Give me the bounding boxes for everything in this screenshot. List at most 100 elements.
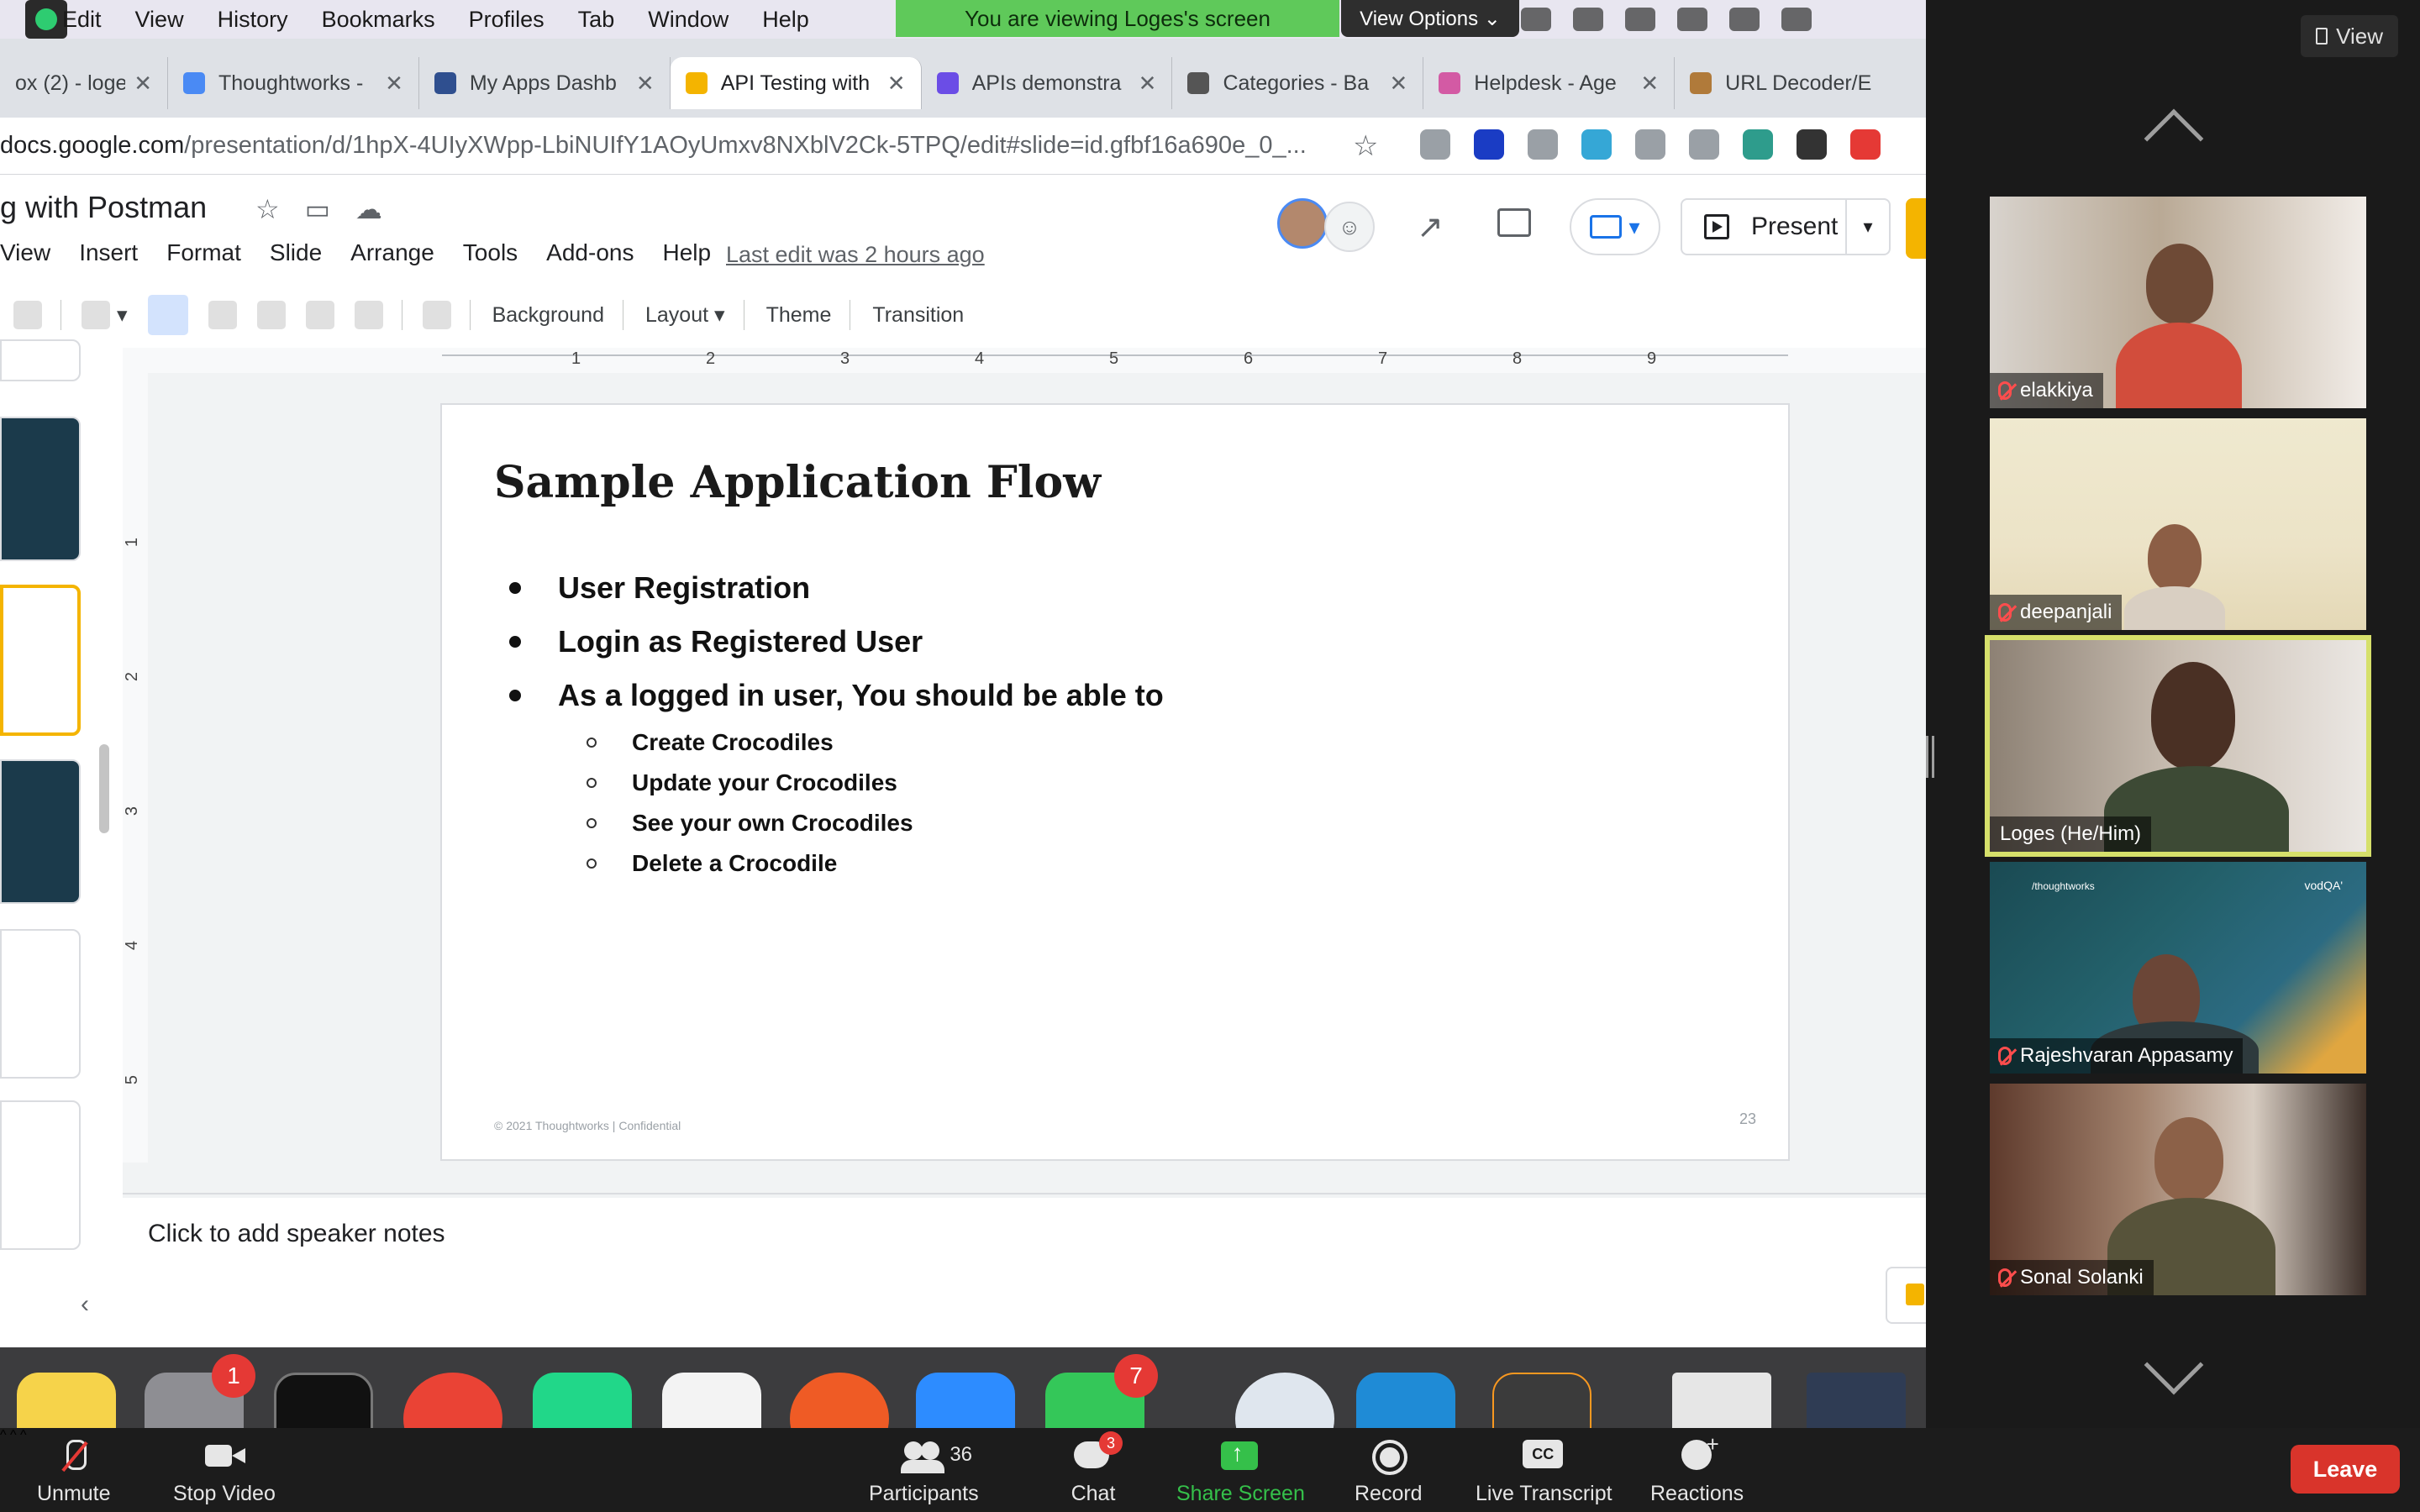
activity-trend-icon[interactable]: ↗: [1417, 208, 1444, 246]
gallery-resize-handle[interactable]: [1926, 736, 1934, 778]
slides-menu-addons[interactable]: Add-ons: [546, 239, 634, 266]
present-to-meeting-button[interactable]: ▾: [1570, 198, 1660, 255]
textedit-icon[interactable]: [662, 1373, 761, 1428]
extension-icon[interactable]: [1420, 129, 1450, 160]
reactions-button[interactable]: Reactions: [1650, 1431, 1744, 1506]
slide-bullet-list[interactable]: User Registration Login as Registered Us…: [509, 561, 1164, 884]
extension-icon[interactable]: [1850, 129, 1881, 160]
comment-icon[interactable]: [1497, 208, 1531, 237]
url-text[interactable]: docs.google.com/presentation/d/1hpX-4UIy…: [0, 132, 1307, 160]
menu-history[interactable]: History: [218, 7, 288, 33]
terminal-icon[interactable]: [274, 1373, 373, 1428]
paint-format-icon[interactable]: [13, 301, 42, 329]
video-options-chevron-icon[interactable]: ^: [10, 1428, 17, 1442]
background-button[interactable]: Background: [492, 303, 604, 328]
shape-icon[interactable]: [305, 301, 334, 329]
browser-tab[interactable]: Thoughtworks - ✕: [168, 57, 419, 109]
postman-icon[interactable]: [790, 1373, 889, 1428]
1password-icon[interactable]: [1235, 1373, 1334, 1428]
browser-tab[interactable]: My Apps Dashb ✕: [419, 57, 671, 109]
preview-window-icon[interactable]: [1807, 1373, 1906, 1428]
presentation-title[interactable]: g with Postman: [0, 190, 207, 225]
collapse-filmstrip-icon[interactable]: ‹: [81, 1290, 89, 1319]
extension-icon[interactable]: [1689, 129, 1719, 160]
slides-menu-arrange[interactable]: Arrange: [350, 239, 434, 266]
move-folder-icon[interactable]: ▭: [305, 193, 330, 225]
image-icon[interactable]: [256, 301, 286, 329]
slides-menu-view[interactable]: View: [0, 239, 50, 266]
record-button[interactable]: Record: [1355, 1438, 1423, 1506]
participant-video-tile-active-speaker[interactable]: Loges (He/Him): [1985, 635, 2371, 857]
notes-resize-handle[interactable]: [123, 1193, 1926, 1200]
sublime-icon[interactable]: [1492, 1373, 1591, 1428]
bookmark-star-icon[interactable]: ☆: [1353, 129, 1378, 163]
battery-icon[interactable]: [1573, 8, 1603, 31]
close-icon[interactable]: ✕: [1390, 71, 1408, 97]
address-bar[interactable]: docs.google.com/presentation/d/1hpX-4UIy…: [0, 118, 1926, 175]
gallery-down-arrow-icon[interactable]: [2144, 1335, 2204, 1395]
scrivener-icon[interactable]: [1521, 8, 1551, 31]
layout-button[interactable]: Layout ▾: [645, 302, 725, 328]
close-icon[interactable]: ✕: [1139, 71, 1157, 97]
slides-menu-slide[interactable]: Slide: [270, 239, 322, 266]
participants-button[interactable]: 36 Participants: [869, 1438, 979, 1506]
slides-menu-tools[interactable]: Tools: [463, 239, 518, 266]
slides-menu-help[interactable]: Help: [662, 239, 711, 266]
siri-icon[interactable]: [1781, 8, 1812, 31]
close-icon[interactable]: ✕: [887, 71, 906, 97]
present-dropdown-icon[interactable]: ▾: [1845, 200, 1889, 254]
chrome-icon[interactable]: [403, 1373, 502, 1428]
menu-window[interactable]: Window: [648, 7, 729, 33]
live-transcript-button[interactable]: Live Transcript: [1476, 1438, 1612, 1506]
menu-bookmarks[interactable]: Bookmarks: [322, 7, 435, 33]
browser-tab[interactable]: Helpdesk - Age ✕: [1423, 57, 1676, 109]
side-panel-toggle[interactable]: [1886, 1267, 1926, 1324]
collaborator-avatar[interactable]: [1277, 198, 1328, 249]
extension-icon[interactable]: [1797, 129, 1827, 160]
close-icon[interactable]: ✕: [134, 71, 152, 97]
wifi-icon[interactable]: [1625, 8, 1655, 31]
extension-icon[interactable]: [1635, 129, 1665, 160]
slide-thumbnail[interactable]: [0, 1100, 81, 1250]
chevron-down-icon[interactable]: ▾: [117, 302, 128, 328]
participant-video-tile[interactable]: /thoughtworks vodQA' Rajeshvaran Appasam…: [1990, 862, 2366, 1074]
share-button-edge[interactable]: [1906, 198, 1926, 259]
speaker-notes[interactable]: Click to add speaker notes: [148, 1220, 445, 1248]
pycharm-icon[interactable]: [533, 1373, 632, 1428]
menu-help[interactable]: Help: [762, 7, 809, 33]
menu-edit[interactable]: Edit: [62, 7, 102, 33]
preview-window-icon[interactable]: [1672, 1373, 1771, 1428]
zoom-icon[interactable]: [916, 1373, 1015, 1428]
add-comment-icon[interactable]: [422, 301, 451, 329]
share-screen-button[interactable]: Share Screen: [1176, 1438, 1305, 1506]
slides-menu-insert[interactable]: Insert: [79, 239, 138, 266]
text-box-icon[interactable]: [208, 301, 237, 329]
slide-thumbnail-selected[interactable]: [0, 585, 81, 736]
close-icon[interactable]: ✕: [636, 71, 655, 97]
menu-profiles[interactable]: Profiles: [469, 7, 544, 33]
participant-video-tile[interactable]: deepanjali: [1990, 418, 2366, 630]
webstorm-icon[interactable]: [1356, 1373, 1455, 1428]
browser-tab[interactable]: ox (2) - loge ✕: [0, 57, 168, 109]
leave-meeting-button[interactable]: Leave: [2291, 1445, 2400, 1494]
gallery-up-arrow-icon[interactable]: [2144, 108, 2204, 169]
spotlight-icon[interactable]: [1677, 8, 1707, 31]
slide-thumbnail[interactable]: [0, 929, 81, 1079]
slide-thumbnail[interactable]: [0, 339, 81, 381]
extension-icon[interactable]: [1581, 129, 1612, 160]
zoom-icon[interactable]: [82, 301, 110, 329]
transition-button[interactable]: Transition: [872, 303, 964, 328]
browser-tab[interactable]: APIs demonstra ✕: [922, 57, 1173, 109]
participant-video-tile[interactable]: elakkiya: [1990, 197, 2366, 408]
slide-thumbnail[interactable]: [0, 759, 81, 904]
unmute-button[interactable]: Unmute: [37, 1438, 111, 1506]
line-icon[interactable]: [354, 301, 383, 329]
more-collaborators-icon[interactable]: ☺: [1324, 202, 1375, 252]
star-icon[interactable]: ☆: [255, 193, 280, 225]
participants-options-chevron-icon[interactable]: ^: [20, 1428, 27, 1442]
participant-video-tile[interactable]: Sonal Solanki: [1990, 1084, 2366, 1295]
notes-app-icon[interactable]: [17, 1373, 116, 1428]
present-button[interactable]: Present ▾: [1681, 198, 1891, 255]
browser-tab[interactable]: Categories - Ba ✕: [1172, 57, 1424, 109]
view-options-button[interactable]: View Options ⌄: [1341, 0, 1519, 37]
